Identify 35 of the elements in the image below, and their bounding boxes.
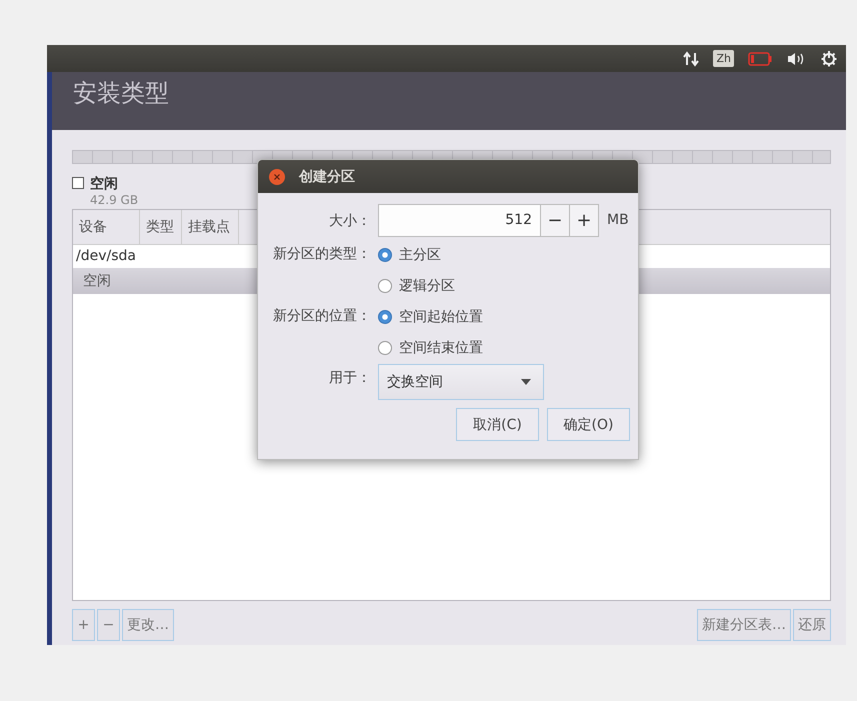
radio-label[interactable]: 空间起始位置 xyxy=(399,308,483,326)
decrement-button[interactable]: − xyxy=(541,204,570,236)
dialog-title: 创建分区 xyxy=(299,168,355,186)
unit-label: MB xyxy=(607,212,629,228)
field-label: 新分区的位置： xyxy=(272,307,371,326)
field-label: 新分区的类型： xyxy=(272,245,371,264)
size-field[interactable]: 512 xyxy=(378,204,541,236)
radio-button[interactable] xyxy=(378,278,392,292)
column-header[interactable]: 类型 xyxy=(140,210,182,244)
radio-button[interactable] xyxy=(378,310,392,324)
radio-button[interactable] xyxy=(378,340,392,354)
battery-icon[interactable] xyxy=(748,52,772,66)
cancel-button[interactable]: 取消(C) xyxy=(456,408,539,441)
disk-size: 42.9 GB xyxy=(90,193,138,207)
field-label: 用于： xyxy=(328,369,371,388)
window-title: 安装类型 xyxy=(73,78,169,109)
radio-button[interactable] xyxy=(378,248,392,262)
ok-button[interactable]: 确定(O) xyxy=(547,408,630,441)
disk-label: 空闲 xyxy=(90,175,119,193)
close-icon[interactable] xyxy=(268,168,286,186)
volume-icon[interactable] xyxy=(786,50,806,66)
radio-label[interactable]: 空间结束位置 xyxy=(399,338,483,356)
column-header[interactable]: 设备 xyxy=(73,210,140,244)
checkbox[interactable] xyxy=(72,177,84,189)
power-gear-icon[interactable] xyxy=(820,50,838,68)
increment-button[interactable]: + xyxy=(570,204,599,236)
caret-icon xyxy=(521,378,531,384)
use-as-dropdown[interactable]: 交换空间 xyxy=(378,364,544,400)
radio-label[interactable]: 主分区 xyxy=(399,246,441,264)
remove-button[interactable]: − xyxy=(97,609,120,641)
radio-label[interactable]: 逻辑分区 xyxy=(399,276,455,294)
transfer-icon[interactable] xyxy=(683,50,700,66)
column-header[interactable]: 挂载点 xyxy=(182,210,239,244)
keyboard-indicator[interactable]: Zh xyxy=(713,50,734,67)
field-label: 大小： xyxy=(328,212,371,230)
